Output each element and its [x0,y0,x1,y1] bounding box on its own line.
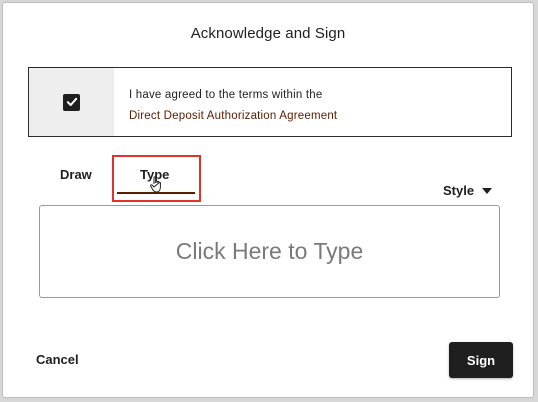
checkbox-area[interactable] [29,68,114,136]
acknowledgement-box: I have agreed to the terms within the Di… [28,67,512,137]
checkmark-icon [66,97,77,106]
dialog-title: Acknowledge and Sign [190,25,346,42]
style-dropdown[interactable]: Style [443,183,493,198]
style-label: Style [443,183,475,198]
acknowledge-sign-dialog: Acknowledge and Sign I have agreed to th… [2,2,534,398]
acknowledgement-text: I have agreed to the terms within the [129,89,323,101]
type-placeholder: Click Here to Type [175,238,364,264]
hand-cursor-icon [150,176,161,193]
type-signature-input[interactable]: Click Here to Type [39,205,500,298]
acknowledgement-checkbox[interactable] [63,93,80,111]
sign-button[interactable]: Sign [449,342,513,378]
agreement-link[interactable]: Direct Deposit Authorization Agreement [129,110,337,122]
acknowledgement-text-block: I have agreed to the terms within the Di… [114,68,337,136]
caret-down-icon [482,187,493,194]
tab-draw[interactable]: Draw [60,167,92,182]
cancel-button[interactable]: Cancel [36,352,79,367]
